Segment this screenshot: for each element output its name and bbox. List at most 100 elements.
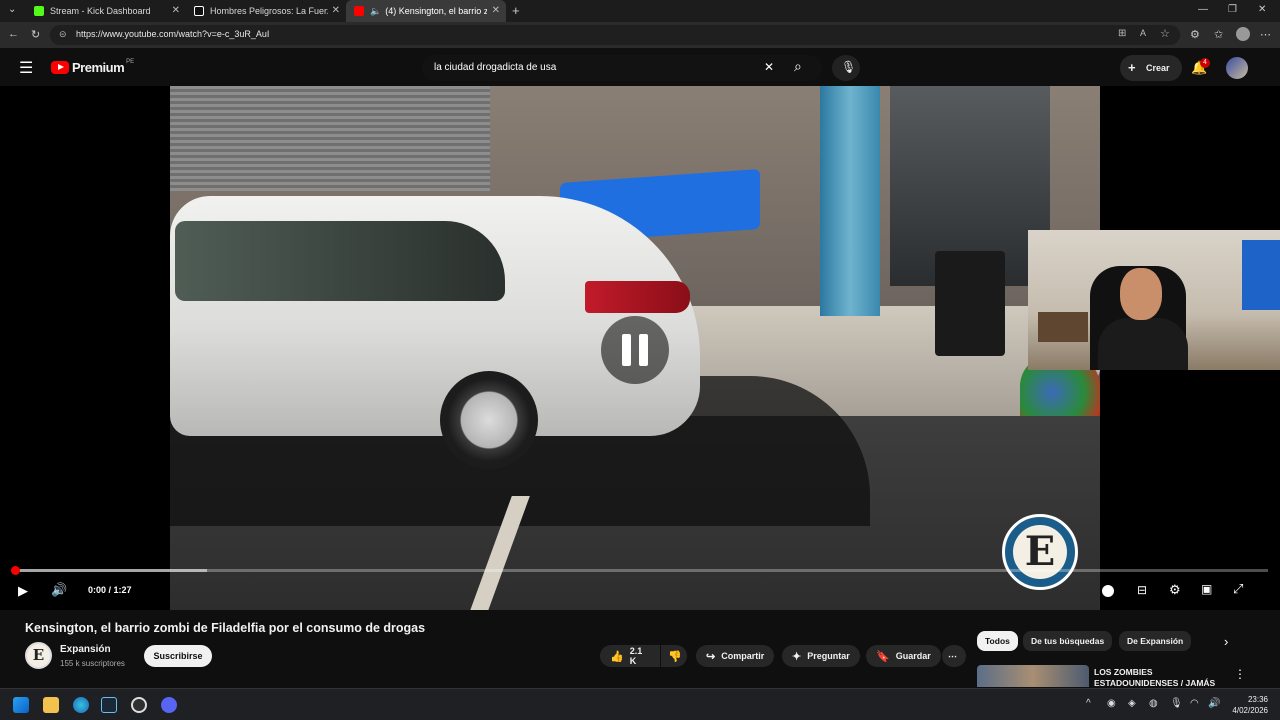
time-display: 0:00 / 1:27 <box>88 585 132 595</box>
more-menu-icon[interactable]: ⋯ <box>1260 28 1271 41</box>
windows-taskbar: ^ ◉ ◈ ◍ 🎙 ◠ 🔊 23:36 4/02/2026 <box>0 688 1280 720</box>
subtitles-icon[interactable]: ⊟ <box>1137 583 1147 597</box>
car-window <box>175 221 505 301</box>
chip-channel[interactable]: De Expansión <box>1119 631 1192 651</box>
video-title: Kensington, el barrio zombi de Filadelfi… <box>25 621 426 635</box>
save-label: Guardar <box>895 651 931 661</box>
youtube-logo[interactable]: Premium PE <box>51 59 134 75</box>
autoplay-toggle-icon[interactable] <box>1102 585 1114 597</box>
wifi-icon[interactable]: ◠ <box>1190 698 1199 709</box>
save-button[interactable]: 🔖 Guardar <box>866 645 941 667</box>
address-bar-row: ← ↻ ⊝ https://www.youtube.com/watch?v=e-… <box>0 22 1280 48</box>
create-label: Crear <box>1146 63 1170 73</box>
thumbs-up-icon: 👍 <box>610 650 624 663</box>
miniplayer-icon[interactable]: ▣ <box>1201 582 1212 596</box>
tray-app-icon[interactable]: ◉ <box>1107 698 1116 709</box>
channel-avatar[interactable]: E <box>25 642 52 669</box>
speaker-icon[interactable]: 🔈 <box>370 6 381 17</box>
recommended-thumbnail[interactable] <box>977 665 1089 687</box>
tab-kick[interactable]: Stream - Kick Dashboard ✕ <box>26 0 186 22</box>
account-avatar[interactable] <box>1226 57 1248 79</box>
menu-icon[interactable]: ☰ <box>19 58 33 78</box>
tab-title: (4) Kensington, el barrio zom <box>385 6 488 16</box>
tray-steam-icon[interactable]: ◍ <box>1149 698 1158 709</box>
share-button[interactable]: ↪ Compartir <box>696 645 775 667</box>
close-icon[interactable]: ✕ <box>332 5 340 16</box>
blue-pole <box>820 86 880 316</box>
restore-icon[interactable]: ❐ <box>1228 4 1237 15</box>
app-icon[interactable]: ⊞ <box>1118 28 1126 39</box>
tray-shield-icon[interactable]: ◈ <box>1128 698 1136 709</box>
voice-search-button[interactable]: 🎙 <box>832 55 860 81</box>
recommended-title[interactable]: LOS ZOMBIES ESTADOUNIDENSES / JAMÁS <box>1094 667 1224 687</box>
video-player[interactable]: E ▶ 🔊 0:00 / 1:27 ⊟ ⚙ ▣ ⤢ <box>0 86 1280 610</box>
edge-browser-icon[interactable] <box>73 697 89 713</box>
chip-todos[interactable]: Todos <box>977 631 1018 651</box>
close-icon[interactable]: ✕ <box>492 5 500 16</box>
subscriber-count: 155 k suscriptores <box>60 659 125 668</box>
channel-name[interactable]: Expansión <box>60 644 111 655</box>
minimize-icon[interactable]: — <box>1198 4 1208 15</box>
sparkle-icon: ✦ <box>792 650 802 663</box>
clear-search-icon[interactable]: ✕ <box>764 60 774 74</box>
like-button[interactable]: 👍 2.1 K <box>600 645 660 667</box>
windows-start-icon[interactable] <box>13 697 29 713</box>
tab-title: Hombres Peligrosos: La Fuerza de <box>210 6 328 16</box>
dislike-button[interactable]: 👎 <box>661 645 687 667</box>
tray-mic-icon[interactable]: 🎙 <box>1170 698 1183 709</box>
search-input[interactable]: la ciudad drogadicta de usa <box>434 62 556 73</box>
site-info-icon[interactable]: ⊝ <box>59 29 67 40</box>
logo-text: Premium <box>72 60 125 75</box>
ask-button[interactable]: ✦ Preguntar <box>782 645 860 667</box>
share-label: Compartir <box>721 651 765 661</box>
metal-shutter <box>170 86 490 191</box>
like-count: 2.1 K <box>629 646 643 666</box>
obs-icon[interactable] <box>131 697 147 713</box>
more-actions-button[interactable]: ⋯ <box>942 645 966 667</box>
settings-gear-icon[interactable]: ⚙ <box>1169 582 1181 598</box>
url-text[interactable]: https://www.youtube.com/watch?v=e-c_3uR_… <box>76 29 269 39</box>
system-clock[interactable]: 23:36 4/02/2026 <box>1222 694 1268 716</box>
pause-overlay-icon[interactable] <box>601 316 669 384</box>
trash-bin <box>935 251 1005 356</box>
clock-time: 23:36 <box>1247 695 1268 704</box>
chevron-right-icon[interactable]: › <box>1224 634 1228 649</box>
more-vert-icon[interactable]: ⋮ <box>1234 667 1246 681</box>
fullscreen-icon[interactable]: ⤢ <box>1233 581 1243 597</box>
new-tab-icon[interactable]: + <box>512 3 520 18</box>
search-icon[interactable]: ⌕ <box>794 58 802 75</box>
extensions-icon[interactable]: ⚙ <box>1190 28 1200 41</box>
search-box[interactable]: la ciudad drogadicta de usa ✕ ⌕ <box>422 55 822 81</box>
webcam-shelf <box>1038 312 1088 342</box>
favorite-star-icon[interactable]: ☆ <box>1160 27 1170 40</box>
reload-icon[interactable]: ↻ <box>31 28 40 41</box>
read-aloud-icon[interactable]: A <box>1140 28 1146 38</box>
play-icon[interactable]: ▶ <box>18 583 28 599</box>
progress-scrubber[interactable] <box>11 566 20 575</box>
discord-icon[interactable] <box>161 697 177 713</box>
back-icon[interactable]: ← <box>8 28 19 40</box>
profile-avatar[interactable] <box>1236 27 1250 41</box>
tab-youtube[interactable]: 🔈 (4) Kensington, el barrio zom ✕ <box>346 0 506 22</box>
subscribe-button[interactable]: Suscribirse <box>144 645 212 667</box>
tray-overflow-icon[interactable]: ^ <box>1086 698 1091 709</box>
chip-searches[interactable]: De tus búsquedas <box>1023 631 1113 651</box>
file-explorer-icon[interactable] <box>43 697 59 713</box>
close-icon[interactable]: ✕ <box>172 5 180 16</box>
steam-icon[interactable] <box>101 697 117 713</box>
channel-watermark[interactable]: E <box>1002 514 1078 590</box>
tab-list-icon[interactable]: ⌄ <box>8 4 16 15</box>
favorites-icon[interactable]: ✩ <box>1214 28 1223 41</box>
kick-icon <box>34 6 44 16</box>
create-button[interactable]: + Crear <box>1120 55 1182 81</box>
more-icon: ⋯ <box>948 650 957 661</box>
webcam-person-body <box>1098 318 1188 370</box>
clock-date: 4/02/2026 <box>1232 706 1268 715</box>
volume-icon[interactable]: 🔊 <box>51 582 67 598</box>
window-close-icon[interactable]: ✕ <box>1258 4 1266 15</box>
tiktok-icon <box>194 6 204 16</box>
url-box[interactable]: ⊝ https://www.youtube.com/watch?v=e-c_3u… <box>50 25 1180 45</box>
progress-bar[interactable] <box>11 566 1268 575</box>
tab-tiktok[interactable]: Hombres Peligrosos: La Fuerza de ✕ <box>186 0 346 22</box>
speaker-tray-icon[interactable]: 🔊 <box>1208 698 1220 709</box>
